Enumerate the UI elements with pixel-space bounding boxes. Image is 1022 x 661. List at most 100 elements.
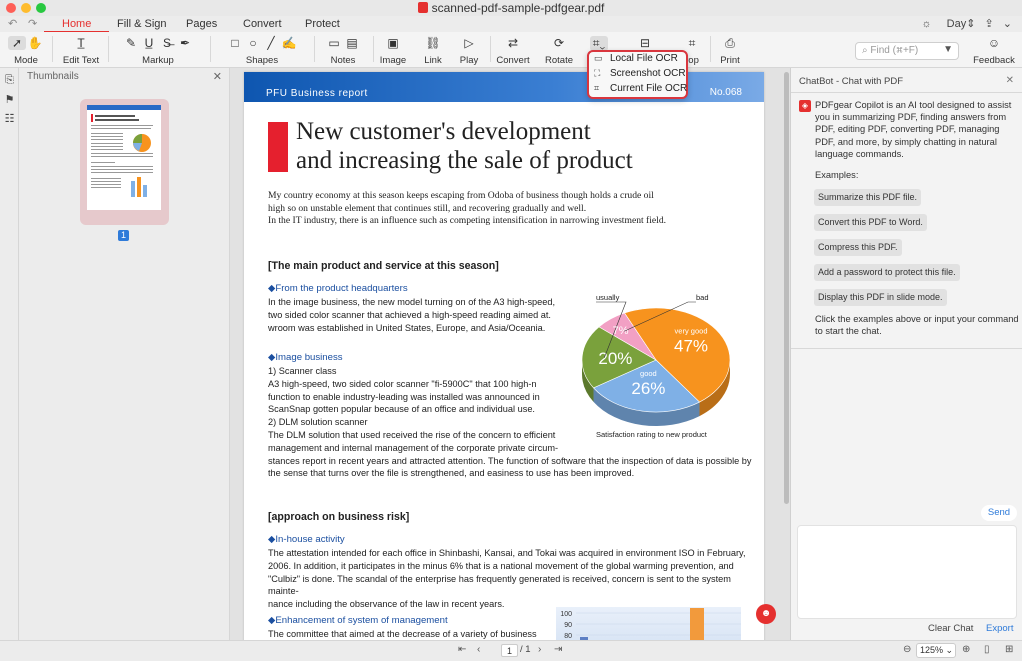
link-icon: ⛓ bbox=[425, 36, 441, 50]
text-box-icon[interactable]: ▭ bbox=[325, 36, 343, 50]
vertical-scrollbar[interactable] bbox=[783, 68, 790, 640]
close-icon[interactable]: ✕ bbox=[213, 70, 222, 83]
rotate-button[interactable]: ⟳ Rotate bbox=[540, 32, 578, 68]
local-file-ocr-item[interactable]: ▭ Local File OCR bbox=[589, 53, 686, 68]
play-button[interactable]: ▷ Play bbox=[452, 32, 486, 68]
divider bbox=[314, 36, 315, 62]
comment-icon[interactable]: ▤ bbox=[343, 36, 361, 50]
pie-value-label: 20% bbox=[598, 349, 632, 368]
document-viewer[interactable]: PFU Business report No.068 New customer'… bbox=[230, 68, 790, 640]
find-input[interactable]: ⌕ Find (⌘+F) ▼ bbox=[855, 42, 959, 60]
page-total: / 1 bbox=[520, 644, 531, 655]
divider bbox=[373, 36, 374, 62]
screenshot-ocr-item[interactable]: ⛶ Screenshot OCR bbox=[589, 68, 686, 83]
shapes-group: □ ○ ╱ ✍ Shapes bbox=[216, 32, 308, 68]
image-button[interactable]: ▣ Image bbox=[376, 32, 410, 68]
example-chip[interactable]: Add a password to protect this file. bbox=[814, 264, 960, 281]
thumbnails-icon[interactable]: ⎘ bbox=[0, 74, 19, 87]
paragraph: The committee that aimed at the decrease… bbox=[268, 629, 537, 639]
highlight-icon[interactable]: ✎ bbox=[122, 36, 140, 50]
divider bbox=[210, 36, 211, 62]
link-button[interactable]: ⛓ Link bbox=[416, 32, 450, 68]
strikethrough-icon[interactable]: S̶ bbox=[158, 36, 176, 50]
undo-icon[interactable]: ↶ bbox=[8, 17, 17, 30]
thumbnails-title: Thumbnails bbox=[27, 71, 79, 82]
ai-assistant-button[interactable]: ☻ bbox=[756, 604, 776, 624]
single-page-view-icon[interactable]: ▯ bbox=[984, 644, 990, 655]
chat-input[interactable] bbox=[797, 525, 1017, 619]
folder-icon: ▭ bbox=[594, 53, 603, 63]
feedback-icon: ☺ bbox=[987, 36, 1001, 50]
notes-group: ▭ ▤ Notes bbox=[318, 32, 368, 68]
bookmark-icon[interactable]: ⚑ bbox=[0, 93, 19, 106]
tab-pages[interactable]: Pages bbox=[186, 18, 217, 30]
line-icon[interactable]: ╱ bbox=[262, 36, 280, 50]
feedback-button[interactable]: ☺ Feedback bbox=[972, 32, 1016, 68]
page-thumbnail[interactable] bbox=[80, 99, 169, 225]
grid-view-icon[interactable]: ⊞ bbox=[1005, 644, 1013, 655]
print-button[interactable]: ⎙ Print bbox=[714, 32, 746, 68]
share-icon[interactable]: ⇪ bbox=[985, 18, 994, 30]
rectangle-icon[interactable]: □ bbox=[226, 36, 244, 50]
theme-selector[interactable]: Day⇕ bbox=[941, 18, 976, 30]
bot-intro-message: PDFgear Copilot is an AI tool designed t… bbox=[815, 100, 1012, 159]
edit-text-icon: T̲ bbox=[77, 36, 85, 50]
subheading: ◆In-house activity bbox=[268, 534, 345, 545]
example-chip[interactable]: Compress this PDF. bbox=[814, 239, 902, 256]
underline-icon[interactable]: U̲ bbox=[140, 36, 158, 50]
subheading: ◆From the product headquarters bbox=[268, 283, 408, 294]
bar-ytick-label: 80 bbox=[564, 633, 572, 640]
pie-value-label: 47% bbox=[674, 336, 708, 355]
comments-icon[interactable]: ☷ bbox=[0, 112, 19, 125]
ocr-dropdown-menu: ▭ Local File OCR ⛶ Screenshot OCR ⌗ Current… bbox=[587, 50, 688, 99]
example-chip[interactable]: Display this PDF in slide mode. bbox=[814, 289, 947, 306]
pie-category-label: bad bbox=[696, 293, 709, 302]
last-page-icon[interactable]: ⇥ bbox=[554, 644, 562, 655]
chevron-down-icon[interactable]: ⌄ bbox=[1003, 18, 1012, 30]
send-button[interactable]: Send bbox=[981, 505, 1017, 521]
bar bbox=[690, 608, 704, 640]
current-file-ocr-item[interactable]: ⌗ Current File OCR bbox=[589, 83, 687, 98]
paragraph: The attestation intended for each office… bbox=[268, 548, 746, 610]
tab-convert[interactable]: Convert bbox=[243, 18, 282, 30]
compress-icon: ⊟ bbox=[639, 36, 651, 50]
print-icon: ⎙ bbox=[725, 36, 735, 50]
paragraph: In the image business, the new model tur… bbox=[268, 297, 556, 333]
pen-icon[interactable]: ✍ bbox=[280, 36, 298, 50]
next-page-icon[interactable]: › bbox=[538, 644, 541, 655]
previous-page-icon[interactable]: ‹ bbox=[477, 644, 480, 655]
examples-label: Examples: bbox=[815, 170, 859, 180]
tab-home[interactable]: Home bbox=[43, 18, 110, 33]
example-chip[interactable]: Summarize this PDF file. bbox=[814, 189, 922, 206]
first-page-icon[interactable]: ⇤ bbox=[458, 644, 466, 655]
page-number-input[interactable]: 1 bbox=[501, 644, 518, 657]
convert-button[interactable]: ⇄ Convert bbox=[494, 32, 532, 68]
zoom-in-icon[interactable]: ⊕ bbox=[962, 644, 970, 655]
ellipse-icon[interactable]: ○ bbox=[244, 36, 262, 50]
chatbot-panel: ChatBot - Chat with PDF ✕ ◈ PDFgear Copi… bbox=[790, 68, 1022, 640]
export-button[interactable]: Export bbox=[986, 623, 1013, 634]
zoom-out-icon[interactable]: ⊖ bbox=[903, 644, 911, 655]
bar-ytick-label: 100 bbox=[560, 611, 572, 618]
edit-text-group[interactable]: T̲ Edit Text bbox=[58, 32, 104, 68]
bar-ytick-label: 90 bbox=[564, 622, 572, 629]
window-title: scanned-pdf-sample-pdfgear.pdf bbox=[0, 1, 1022, 15]
sun-icon: ☼ bbox=[921, 18, 932, 30]
tab-fill-sign[interactable]: Fill & Sign bbox=[117, 18, 167, 30]
close-icon[interactable]: ✕ bbox=[1006, 75, 1014, 86]
select-tool-icon[interactable]: ➚ bbox=[8, 36, 26, 50]
rotate-icon: ⟳ bbox=[553, 36, 565, 50]
left-rail: ⎘ ⚑ ☷ bbox=[0, 68, 19, 640]
divider bbox=[52, 36, 53, 62]
tab-protect[interactable]: Protect bbox=[305, 18, 340, 30]
clear-chat-button[interactable]: Clear Chat bbox=[928, 623, 973, 634]
zoom-select[interactable]: 125% ⌄ bbox=[916, 643, 956, 658]
example-chip[interactable]: Convert this PDF to Word. bbox=[814, 214, 927, 231]
hand-tool-icon[interactable]: ✋ bbox=[26, 36, 44, 50]
marker-icon[interactable]: ✒ bbox=[176, 36, 194, 50]
scrollbar-thumb[interactable] bbox=[784, 72, 789, 504]
bar-chart: 100 90 80 bbox=[556, 607, 741, 640]
filter-icon[interactable]: ▼ bbox=[943, 44, 953, 55]
redo-icon[interactable]: ↷ bbox=[28, 17, 37, 30]
scan-icon: ⌗ bbox=[594, 83, 600, 93]
